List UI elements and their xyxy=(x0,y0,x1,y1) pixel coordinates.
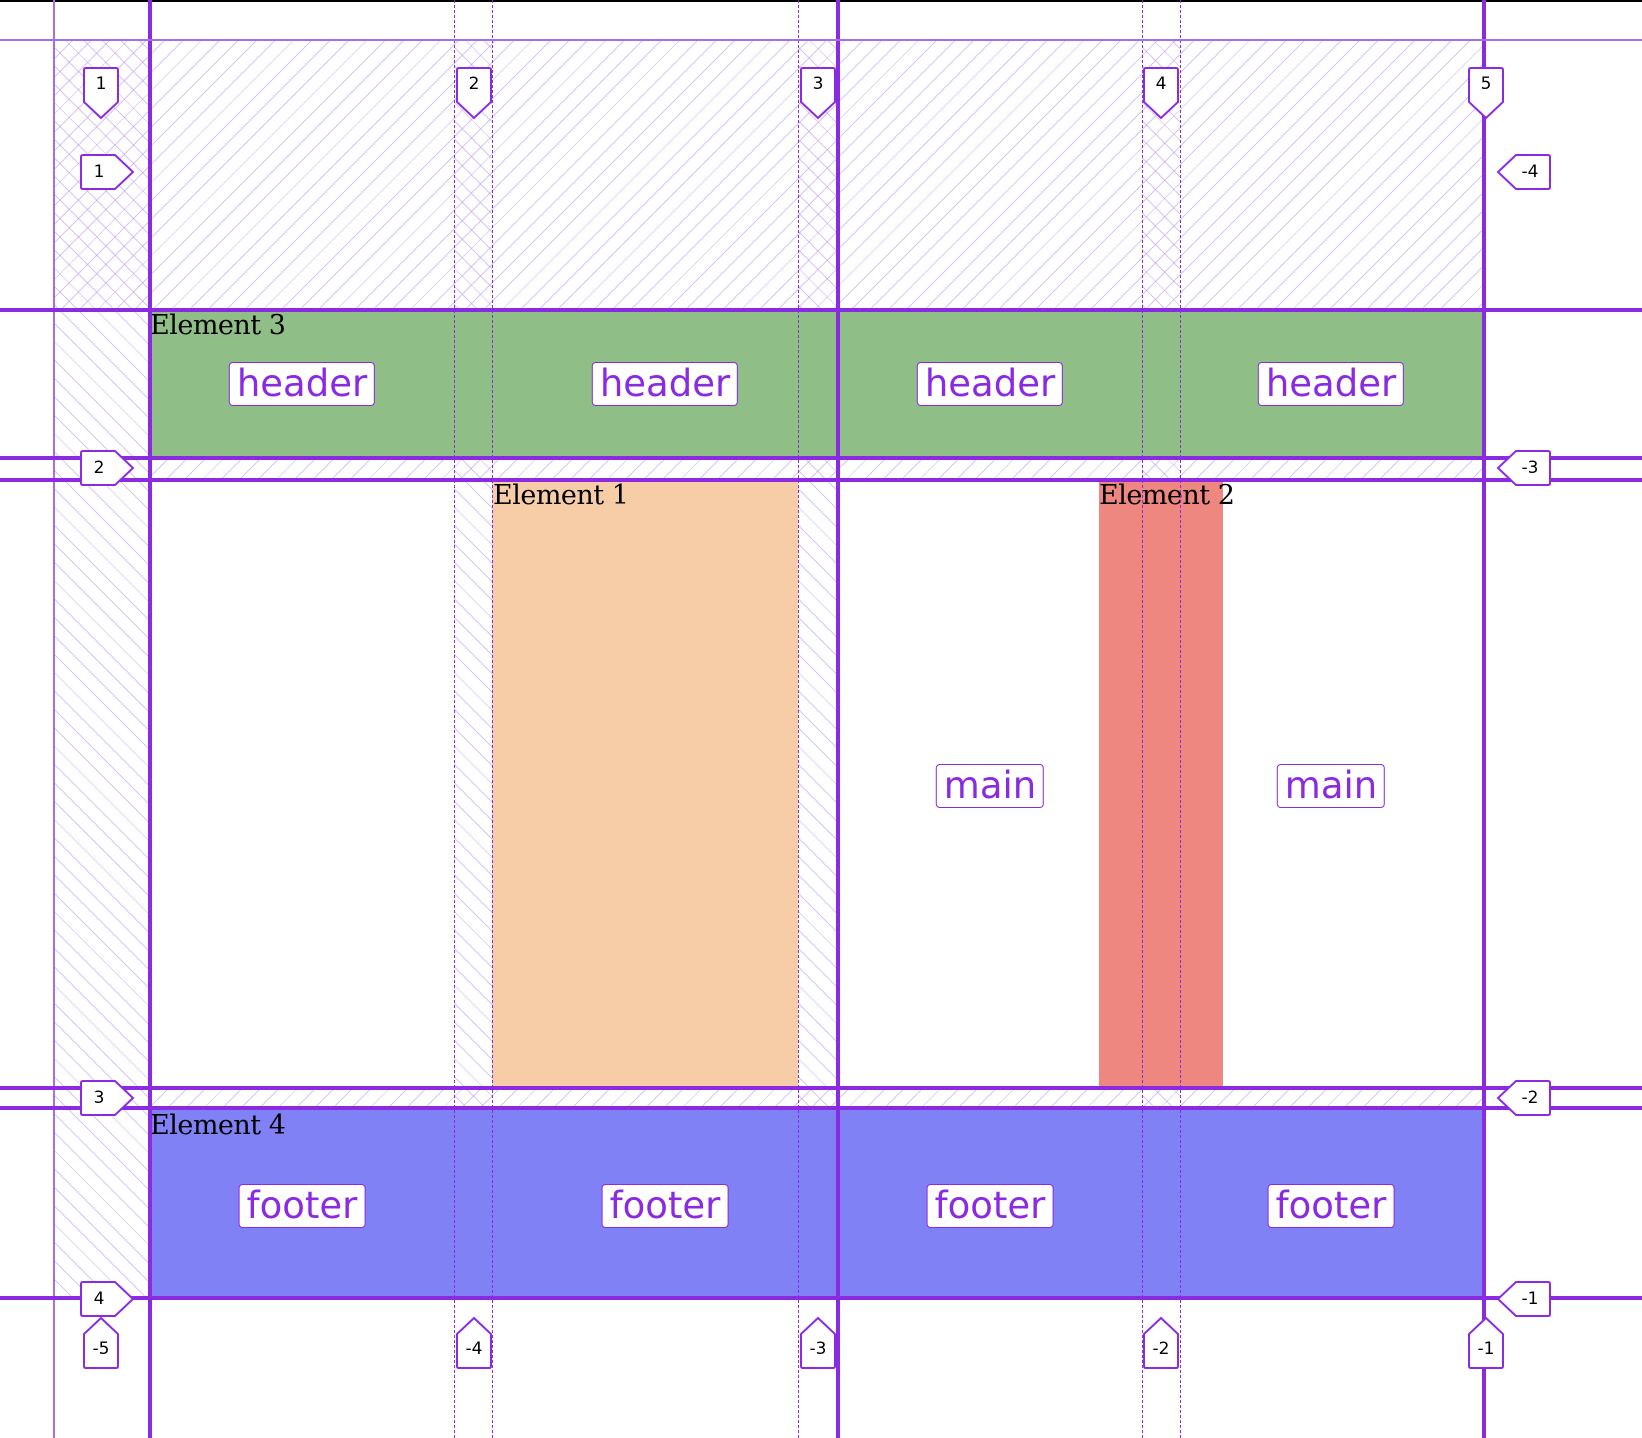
row-number-badge--3: -3 xyxy=(1496,449,1552,487)
grid-area-name-header: header xyxy=(228,362,376,406)
grid-line-left-edge xyxy=(53,0,55,1438)
grid-line-number-text: 1 xyxy=(95,74,107,94)
grid-line-number-text: -2 xyxy=(1521,1088,1539,1108)
col-number-badge-1: 1 xyxy=(82,66,120,120)
grid-item-3 xyxy=(1099,480,1223,1088)
grid-line-number-text: 2 xyxy=(468,74,480,94)
row-gap-1-hatch xyxy=(150,458,1482,480)
grid-line-col-dashed-3 xyxy=(798,0,799,1438)
col-number-badge--1: -1 xyxy=(1467,1316,1505,1370)
grid-line-number-text: 2 xyxy=(93,458,105,478)
grid-area-name-footer: footer xyxy=(1267,1184,1395,1228)
grid-area-name-footer: footer xyxy=(601,1184,729,1228)
grid-line-number-text: 4 xyxy=(1155,74,1167,94)
grid-line-row-2 xyxy=(0,308,1642,312)
viewport-top-border xyxy=(0,0,1642,2)
grid-item-label: Element 1 xyxy=(493,480,629,511)
grid-line-number-text: -5 xyxy=(92,1339,110,1359)
row-number-badge-3: 3 xyxy=(79,1079,135,1117)
grid-line-number-text: -3 xyxy=(809,1339,827,1359)
row-number-badge--4: -4 xyxy=(1496,153,1552,191)
grid-line-number-text: 3 xyxy=(812,74,824,94)
grid-line-number-text: -4 xyxy=(465,1339,483,1359)
grid-line-row-5 xyxy=(0,1296,1642,1300)
grid-item-2 xyxy=(492,480,798,1088)
col-number-badge--3: -3 xyxy=(799,1316,837,1370)
row-gap-2-hatch xyxy=(150,1088,1482,1108)
col-number-badge-5: 5 xyxy=(1467,66,1505,120)
col-number-badge--5: -5 xyxy=(82,1316,120,1370)
grid-line-col-dashed-5 xyxy=(1180,0,1181,1438)
col-number-badge--2: -2 xyxy=(1142,1316,1180,1370)
grid-line-number-text: -2 xyxy=(1152,1339,1170,1359)
grid-line-number-text: 4 xyxy=(93,1289,105,1309)
grid-line-col-1 xyxy=(148,0,152,1438)
grid-line-col-5 xyxy=(1482,0,1486,1438)
row-number-badge-2: 2 xyxy=(79,449,135,487)
grid-line-row-3 xyxy=(0,478,1642,482)
grid-line-number-text: -3 xyxy=(1521,458,1539,478)
row-number-badge--1: -1 xyxy=(1496,1280,1552,1318)
grid-line-row-4 xyxy=(0,1106,1642,1110)
grid-item-label: Element 4 xyxy=(150,1110,286,1141)
row-number-badge--2: -2 xyxy=(1496,1079,1552,1117)
grid-line-number-text: -1 xyxy=(1521,1289,1539,1309)
col-number-badge--4: -4 xyxy=(455,1316,493,1370)
row1-hatch xyxy=(54,40,1482,310)
col-number-badge-3: 3 xyxy=(799,66,837,120)
grid-inspector-canvas: Element 3 Element 1 Element 2 Element 4 hea… xyxy=(0,0,1642,1438)
row-number-badge-4: 4 xyxy=(79,1280,135,1318)
grid-area-name-header: header xyxy=(591,362,739,406)
grid-line-row-1 xyxy=(0,39,1642,41)
grid-area-name-footer: footer xyxy=(238,1184,366,1228)
grid-line-number-text: -4 xyxy=(1521,162,1539,182)
grid-area-name-footer: footer xyxy=(926,1184,1054,1228)
grid-line-number-text: -1 xyxy=(1477,1339,1495,1359)
grid-line-col-dashed-4 xyxy=(1142,0,1143,1438)
col-number-badge-2: 2 xyxy=(455,66,493,120)
grid-line-row-3b xyxy=(0,1086,1642,1090)
col-number-badge-4: 4 xyxy=(1142,66,1180,120)
grid-area-name-main: main xyxy=(1276,764,1386,808)
grid-item-label: Element 2 xyxy=(1099,480,1235,511)
grid-area-name-header: header xyxy=(916,362,1064,406)
grid-line-col-3 xyxy=(836,0,840,1438)
row-number-badge-1: 1 xyxy=(79,153,135,191)
grid-line-number-text: 1 xyxy=(93,162,105,182)
grid-area-name-main: main xyxy=(935,764,1045,808)
grid-line-number-text: 5 xyxy=(1480,74,1492,94)
grid-line-col-dashed-1 xyxy=(454,0,455,1438)
grid-line-row-2b xyxy=(0,456,1642,460)
grid-line-number-text: 3 xyxy=(93,1088,105,1108)
grid-item-label: Element 3 xyxy=(150,310,286,341)
grid-line-col-dashed-2 xyxy=(492,0,493,1438)
grid-area-name-header: header xyxy=(1257,362,1405,406)
